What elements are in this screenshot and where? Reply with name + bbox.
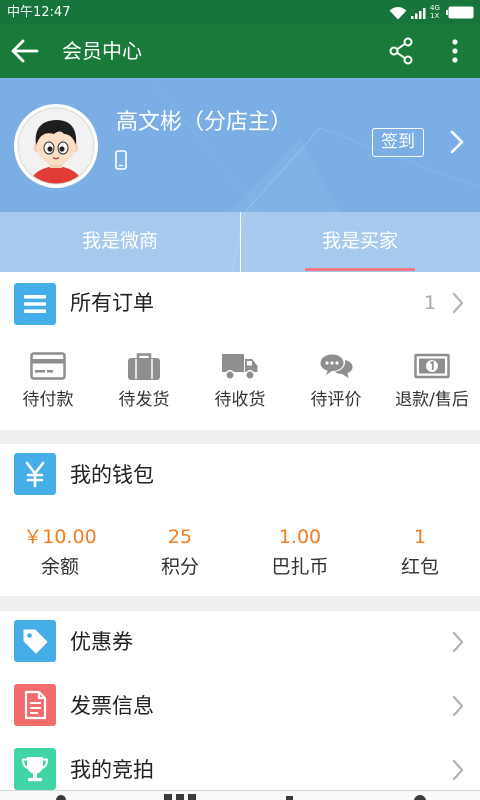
banknote-icon xyxy=(414,353,450,379)
wallet-balances: ￥10.00 余额 25 积分 1.00 巴扎币 1 红包 xyxy=(0,508,480,596)
wallet-label: 积分 xyxy=(160,556,199,578)
chevron-right-icon xyxy=(452,695,464,717)
bottom-nav-icon[interactable] xyxy=(176,794,184,800)
chevron-right-icon[interactable] xyxy=(450,130,464,154)
tab-buyer[interactable]: 我是买家 xyxy=(240,212,480,272)
order-status-to-review[interactable]: 待评价 xyxy=(288,337,384,430)
menu-item-label: 发票信息 xyxy=(70,694,154,718)
coupon-icon-box xyxy=(14,620,56,662)
wallet-label: 余额 xyxy=(40,556,79,578)
signal-icon xyxy=(411,8,426,19)
profile-card[interactable]: 高文彬（分店主） 签到 xyxy=(0,78,480,212)
yen-icon xyxy=(25,461,45,488)
order-status-row: 待付款 待发货 待收货 待评价 退款/售后 xyxy=(0,337,480,430)
tab-wechat-seller[interactable]: 我是微商 xyxy=(0,212,240,272)
wallet-label: 红包 xyxy=(400,556,439,578)
share-button[interactable] xyxy=(388,37,416,67)
all-orders-row[interactable]: 所有订单 1 xyxy=(0,272,480,338)
order-status-label: 待收货 xyxy=(214,390,266,410)
bottom-nav-icon[interactable] xyxy=(164,794,172,800)
wifi-icon xyxy=(389,7,407,20)
profile-name: 高文彬（分店主） xyxy=(116,110,293,135)
bottom-nav-icon[interactable] xyxy=(56,795,66,800)
order-status-label: 待发货 xyxy=(118,390,170,410)
page-title: 会员中心 xyxy=(62,39,142,63)
section-divider xyxy=(0,430,480,444)
wallet-row[interactable]: 我的钱包 xyxy=(0,444,480,509)
active-tab-indicator xyxy=(305,268,415,271)
order-status-to-receive[interactable]: 待收货 xyxy=(192,337,288,430)
wallet-value: ￥10.00 xyxy=(23,526,97,548)
bottom-nav-icon[interactable] xyxy=(414,795,426,800)
wallet-value: 25 xyxy=(167,526,193,548)
menu-item-label: 优惠券 xyxy=(70,630,133,654)
wallet-balance[interactable]: ￥10.00 余额 xyxy=(0,508,120,596)
section-divider xyxy=(0,596,480,611)
back-arrow-icon xyxy=(11,39,39,63)
checkin-button[interactable]: 签到 xyxy=(372,128,424,157)
chat-bubbles-icon xyxy=(319,353,353,378)
member-center-screen: 中午12:47 4G 1X 会员中心 高文彬（分店主） 签到 我是微商 我是买家… xyxy=(0,0,480,800)
network-type-label: 4G xyxy=(430,4,440,12)
status-time: 中午12:47 xyxy=(7,5,71,20)
order-status-refund[interactable]: 退款/售后 xyxy=(384,337,480,430)
auction-icon-box xyxy=(14,748,56,790)
wallet-value: 1.00 xyxy=(278,526,322,548)
list-icon xyxy=(24,295,46,313)
avatar-image xyxy=(14,104,98,188)
avatar[interactable] xyxy=(14,104,98,188)
trophy-icon xyxy=(21,757,49,782)
order-status-label: 待付款 xyxy=(22,390,74,410)
wallet-label: 巴扎币 xyxy=(271,556,329,578)
bottom-nav xyxy=(0,790,480,800)
order-status-label: 待评价 xyxy=(310,390,362,410)
coupon-tag-icon xyxy=(23,629,48,654)
network-type-label: 1X xyxy=(430,12,440,20)
more-button[interactable] xyxy=(444,37,466,67)
wallet-points[interactable]: 25 积分 xyxy=(120,508,240,596)
order-status-to-ship[interactable]: 待发货 xyxy=(96,337,192,430)
truck-icon xyxy=(222,354,258,380)
chevron-right-icon xyxy=(452,292,464,314)
wallet-title: 我的钱包 xyxy=(70,463,154,487)
order-status-pending-payment[interactable]: 待付款 xyxy=(0,337,96,430)
wallet-value: 1 xyxy=(413,526,427,548)
wallet-icon-box xyxy=(14,453,56,495)
status-bar: 中午12:47 4G 1X xyxy=(0,0,480,25)
invoice-icon-box xyxy=(14,684,56,726)
more-vertical-icon xyxy=(452,39,458,63)
orders-count: 1 xyxy=(423,292,437,314)
phone-icon xyxy=(115,150,127,170)
bottom-nav-icon[interactable] xyxy=(188,794,196,800)
briefcase-icon xyxy=(128,353,160,380)
role-tabs: 我是微商 我是买家 xyxy=(0,212,480,272)
bottom-nav-icon[interactable] xyxy=(286,796,293,800)
menu-item-invoice[interactable]: 发票信息 xyxy=(0,675,480,740)
chevron-right-icon xyxy=(452,631,464,653)
wallet-red-packets[interactable]: 1 红包 xyxy=(360,508,480,596)
share-icon xyxy=(389,37,413,65)
orders-icon-box xyxy=(14,283,56,325)
order-status-label: 退款/售后 xyxy=(395,390,469,410)
chevron-right-icon xyxy=(452,759,464,781)
invoice-document-icon xyxy=(24,690,47,720)
back-button[interactable] xyxy=(10,38,42,66)
menu-item-coupons[interactable]: 优惠券 xyxy=(0,611,480,676)
card-icon xyxy=(30,352,66,380)
battery-icon xyxy=(446,6,474,19)
orders-title: 所有订单 xyxy=(70,291,154,315)
wallet-bazaar-coins[interactable]: 1.00 巴扎币 xyxy=(240,508,360,596)
app-header: 会员中心 xyxy=(0,25,480,78)
